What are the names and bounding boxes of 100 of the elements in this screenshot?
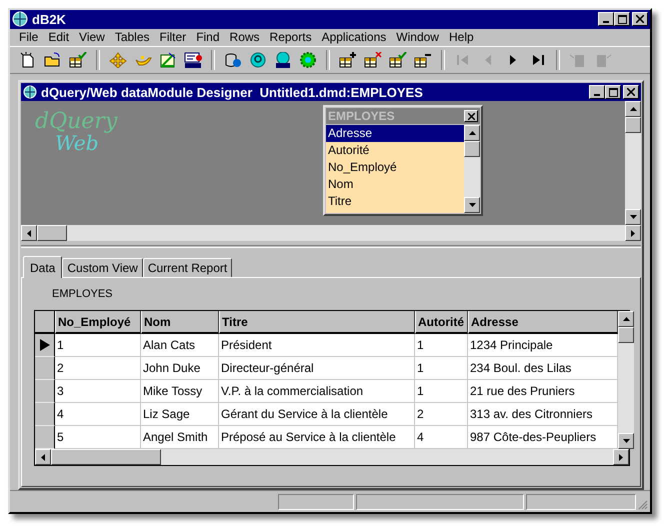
menu-item[interactable]: Tables — [110, 30, 155, 44]
table-cell: 1 — [55, 334, 141, 358]
menu-item[interactable]: View — [74, 30, 110, 44]
table-cell: John Duke — [141, 357, 219, 380]
scroll-up-button[interactable] — [464, 125, 480, 142]
scroll-thumb[interactable] — [625, 117, 641, 134]
scroll-left-button[interactable] — [21, 225, 37, 242]
row-header[interactable] — [35, 357, 55, 380]
table-cell: Alan Cats — [141, 334, 219, 358]
scroll-thumb[interactable] — [37, 225, 67, 242]
globe-icon — [12, 11, 28, 28]
database-icon[interactable] — [224, 52, 242, 68]
close-icon — [627, 88, 635, 96]
menu-item[interactable]: Edit — [43, 30, 74, 44]
save-row-icon[interactable] — [389, 52, 407, 68]
table-check-icon[interactable] — [69, 52, 87, 68]
window-title: dQuery/Web dataModule Designer Untitled1.dmd:EMPLOYES — [41, 84, 424, 100]
maximize-button[interactable] — [614, 12, 630, 26]
logo-text: Web — [55, 133, 99, 154]
scroll-thumb[interactable] — [464, 141, 480, 158]
close-button[interactable] — [464, 110, 478, 122]
table-cell: 1 — [415, 380, 468, 404]
gear-icon[interactable] — [299, 52, 317, 68]
table-cell: 2 — [55, 357, 141, 380]
window-title: dB2K — [32, 12, 67, 27]
table-cell: Liz Sage — [141, 403, 219, 426]
field-item[interactable]: Autorité — [326, 142, 464, 160]
scroll-down-button[interactable] — [618, 433, 634, 450]
row-header[interactable] — [35, 403, 55, 426]
close-icon — [636, 15, 644, 24]
scroll-down-button[interactable] — [464, 197, 480, 214]
table-cell: Président — [219, 334, 415, 358]
minimize-button[interactable] — [589, 85, 605, 100]
open-folder-icon[interactable] — [44, 52, 62, 68]
menu-item[interactable]: Reports — [264, 30, 317, 44]
column-header[interactable]: Titre — [219, 311, 415, 334]
column-header[interactable]: Autorité — [415, 311, 468, 334]
field-item[interactable]: No_Employé — [326, 159, 464, 176]
left-arrow-icon — [27, 230, 31, 237]
table-cell: 3 — [55, 380, 141, 404]
close-button[interactable] — [632, 12, 648, 26]
tab[interactable]: Current Report — [142, 258, 232, 278]
down-arrow-icon — [622, 439, 630, 444]
maximize-button[interactable] — [605, 85, 621, 100]
table-cell: Directeur-général — [219, 357, 415, 380]
scroll-right-button[interactable] — [625, 225, 641, 242]
maximize-icon — [618, 14, 626, 24]
column-header[interactable]: Adresse — [468, 311, 618, 334]
menu-item[interactable]: Filter — [154, 30, 192, 44]
table-cell: 1 — [415, 357, 468, 380]
close-icon — [468, 112, 474, 120]
scroll-right-button[interactable] — [613, 449, 629, 466]
down-arrow-icon — [468, 203, 476, 208]
logo-text: dQuery — [35, 111, 118, 134]
scroll-up-button[interactable] — [618, 311, 634, 328]
row-header[interactable] — [35, 426, 55, 450]
field-item[interactable]: Nom — [326, 176, 464, 194]
resize-grip-icon — [638, 500, 648, 510]
left-arrow-icon — [41, 454, 45, 461]
scroll-up-button[interactable] — [625, 101, 641, 118]
globe-icon — [23, 85, 37, 100]
field-item[interactable]: Adresse — [326, 125, 464, 142]
field-list-title: EMPLOYES — [328, 109, 395, 124]
table-cell: Gérant du Service à la clientèle — [219, 403, 415, 426]
table-cell: 1 — [415, 334, 468, 358]
table-cell: 4 — [55, 403, 141, 426]
row-header[interactable] — [35, 334, 55, 358]
field-item[interactable]: Titre — [326, 193, 464, 210]
up-arrow-icon — [622, 317, 630, 322]
minimize-button[interactable] — [598, 12, 614, 26]
delete-row-icon[interactable] — [364, 52, 382, 68]
up-arrow-icon — [468, 131, 476, 136]
scroll-down-button[interactable] — [625, 209, 641, 226]
right-arrow-icon — [631, 230, 635, 237]
table-cell: Mike Tossy — [141, 380, 219, 404]
tab[interactable]: Data — [23, 256, 62, 278]
add-row-icon[interactable] — [339, 52, 357, 68]
tab[interactable]: Custom View — [62, 258, 143, 278]
column-header[interactable]: Nom — [141, 311, 219, 334]
table-cell: V.P. à la commercialisation — [219, 380, 415, 404]
right-arrow-icon — [619, 454, 623, 461]
menu-item[interactable]: File — [14, 30, 44, 44]
menu-item[interactable]: Applications — [316, 30, 392, 44]
maximize-icon — [608, 88, 618, 97]
crosshair-icon[interactable] — [109, 52, 127, 68]
table-cell: 2 — [415, 403, 468, 426]
scroll-thumb[interactable] — [618, 327, 634, 344]
scroll-thumb[interactable] — [51, 449, 161, 466]
up-arrow-icon — [630, 107, 636, 112]
menu-item[interactable]: Find — [191, 30, 225, 44]
close-button[interactable] — [623, 85, 639, 100]
menu-item[interactable]: Rows — [224, 30, 265, 44]
scroll-left-button[interactable] — [35, 449, 51, 466]
remove-row-icon[interactable] — [414, 52, 432, 68]
column-header[interactable]: No_Employé — [55, 311, 141, 334]
table-caption: EMPLOYES — [52, 288, 114, 300]
down-arrow-icon — [630, 215, 636, 220]
menu-item[interactable]: Help — [444, 30, 479, 44]
row-header[interactable] — [35, 380, 55, 404]
menu-item[interactable]: Window — [391, 30, 444, 44]
